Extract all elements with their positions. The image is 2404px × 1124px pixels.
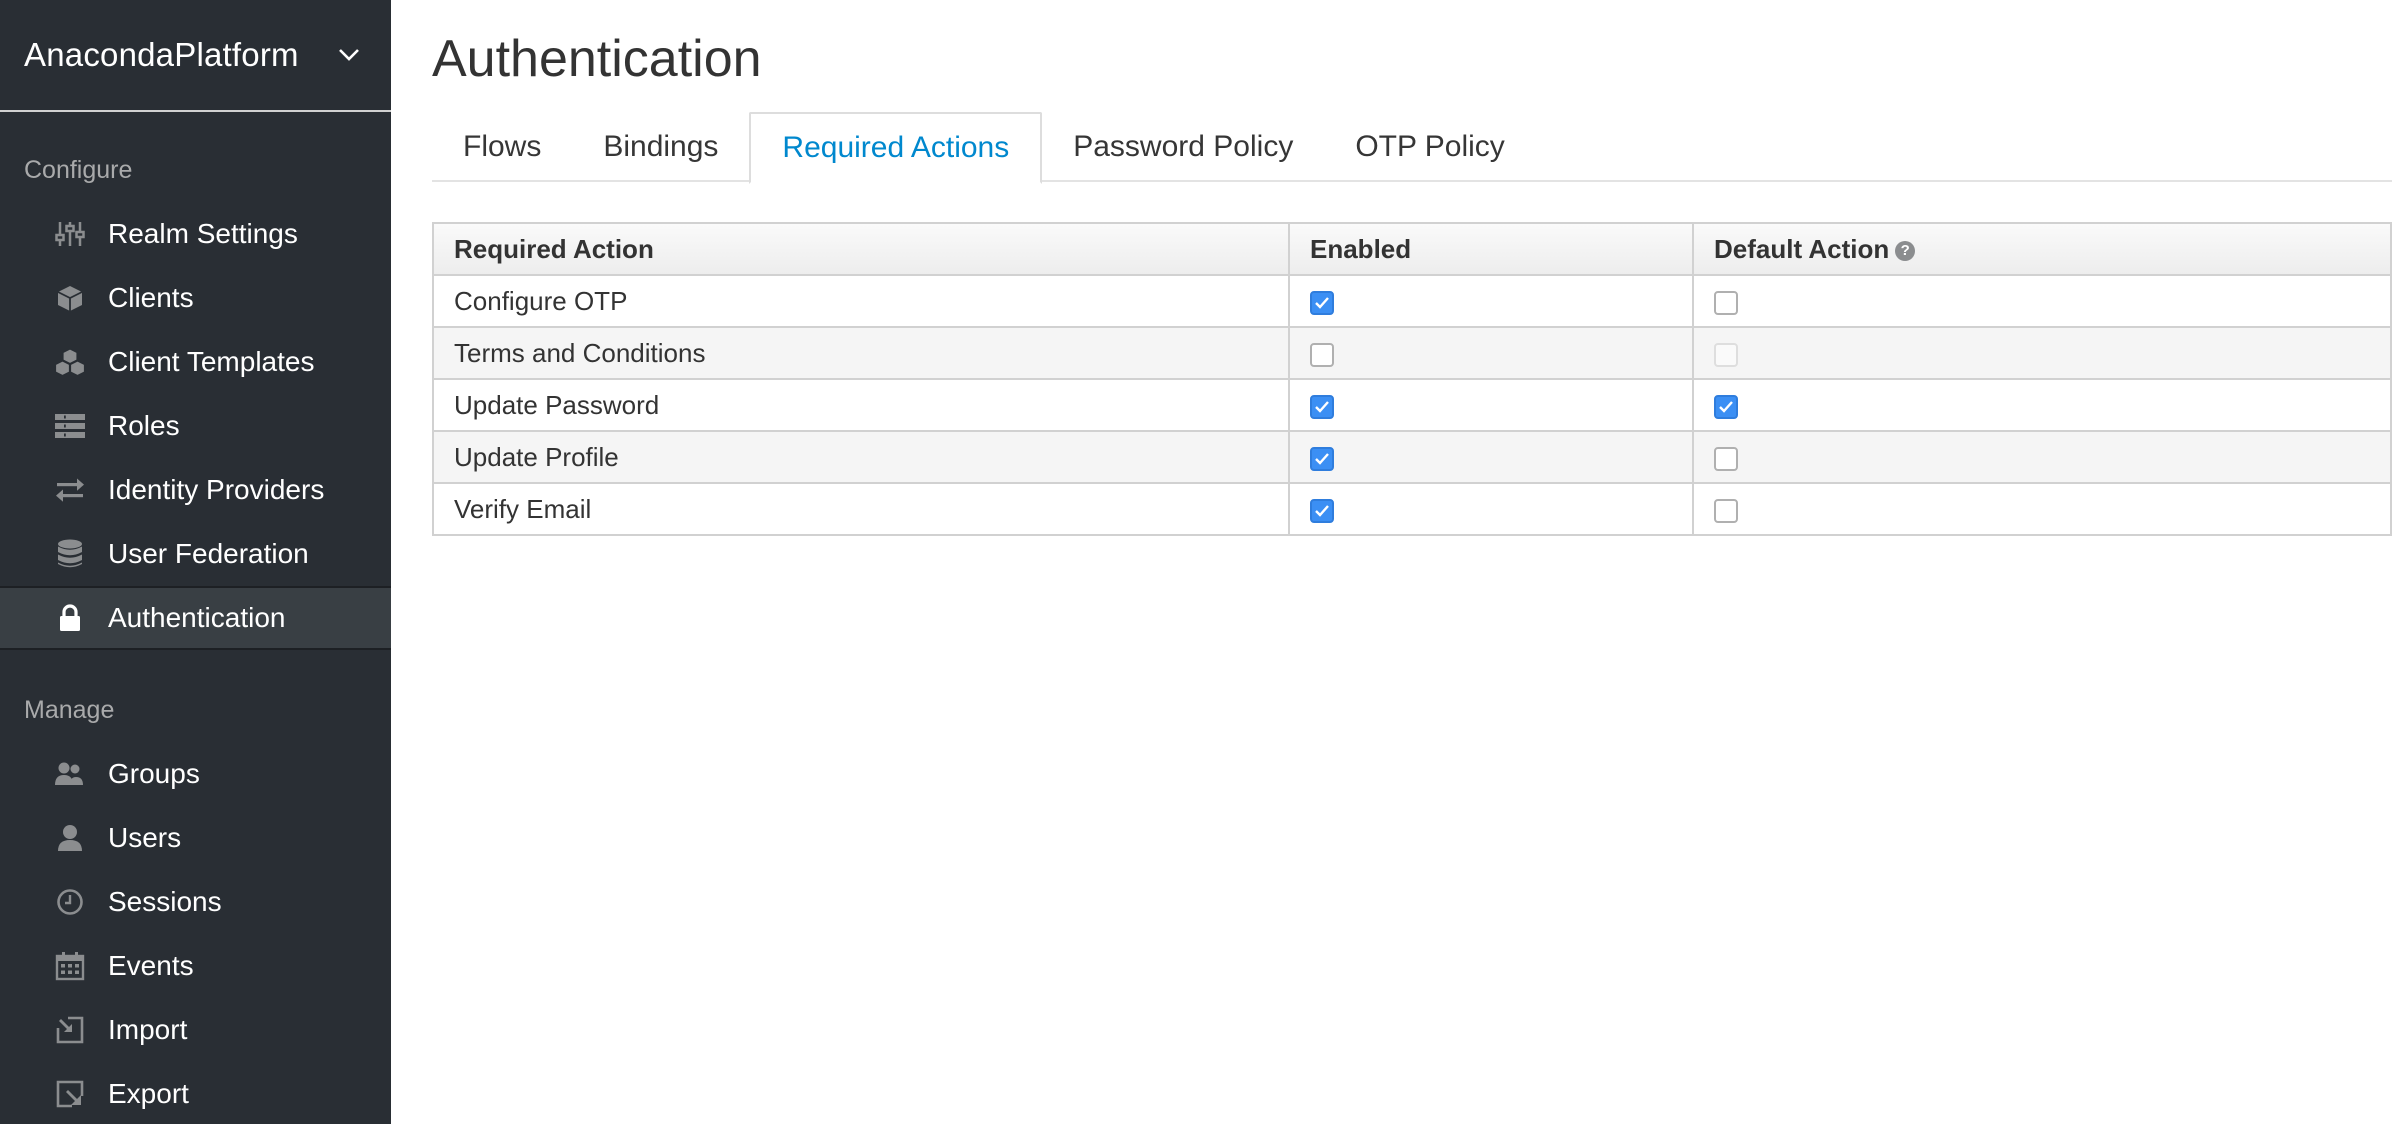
required-action-name: Configure OTP — [432, 274, 1290, 328]
sidebar-item-label: Import — [108, 1014, 188, 1045]
configure-section-label: Configure — [24, 155, 133, 184]
app: AnacondaPlatform Configure Realm Setting… — [0, 0, 2404, 1124]
sidebar-item-groups[interactable]: Groups — [0, 742, 391, 806]
manage-nav: Groups Users Sessions Events Import Export — [0, 742, 391, 1124]
enabled-checkbox[interactable] — [1310, 394, 1334, 419]
required-actions-table: Required Action Enabled Default Action? … — [432, 222, 2392, 536]
database-icon — [52, 536, 88, 572]
table-row: Terms and Conditions — [432, 326, 2392, 380]
enabled-checkbox[interactable] — [1310, 290, 1334, 315]
sidebar-item-clients[interactable]: Clients — [0, 266, 391, 330]
table-row: Verify Email — [432, 482, 2392, 536]
cubes-icon — [52, 344, 88, 380]
default-action-checkbox — [1714, 342, 1738, 367]
user-icon — [52, 820, 88, 856]
enabled-checkbox[interactable] — [1310, 342, 1334, 367]
enabled-checkbox[interactable] — [1310, 498, 1334, 523]
sidebar-item-export[interactable]: Export — [0, 1062, 391, 1124]
enabled-cell — [1288, 482, 1694, 536]
header-enabled: Enabled — [1288, 222, 1694, 276]
clock-icon — [52, 884, 88, 920]
default-action-cell — [1692, 274, 2392, 328]
tab-bar: Flows Bindings Required Actions Password Po… — [432, 112, 2392, 184]
enabled-cell — [1288, 430, 1694, 484]
header-required-action: Required Action — [432, 222, 1290, 276]
page-title: Authentication — [432, 30, 762, 88]
sidebar: AnacondaPlatform Configure Realm Setting… — [0, 0, 391, 1124]
main-content: Authentication Flows Bindings Required Act… — [432, 0, 2392, 536]
manage-section-label: Manage — [24, 695, 115, 724]
sidebar-item-label: Groups — [108, 758, 200, 789]
exchange-icon — [52, 472, 88, 508]
export-icon — [52, 1076, 88, 1112]
enabled-cell — [1288, 378, 1694, 432]
realm-name: AnacondaPlatform — [24, 36, 299, 73]
enabled-checkbox[interactable] — [1310, 446, 1334, 471]
import-icon — [52, 1012, 88, 1048]
header-default-action: Default Action? — [1692, 222, 2392, 276]
sidebar-item-label: User Federation — [108, 538, 309, 569]
sidebar-item-label: Realm Settings — [108, 218, 298, 249]
sidebar-item-client-templates[interactable]: Client Templates — [0, 330, 391, 394]
required-action-name: Verify Email — [432, 482, 1290, 536]
default-action-checkbox[interactable] — [1714, 290, 1738, 315]
sidebar-item-label: Users — [108, 822, 182, 853]
sidebar-item-label: Events — [108, 950, 194, 981]
sidebar-item-users[interactable]: Users — [0, 806, 391, 870]
sidebar-item-label: Client Templates — [108, 346, 315, 377]
required-action-name: Update Profile — [432, 430, 1290, 484]
chevron-down-icon — [335, 41, 363, 69]
sidebar-item-label: Authentication — [108, 602, 286, 633]
default-action-cell — [1692, 430, 2392, 484]
tab-password-policy[interactable]: Password Policy — [1042, 112, 1324, 182]
tab-bindings[interactable]: Bindings — [572, 112, 749, 182]
sidebar-item-label: Sessions — [108, 886, 222, 917]
sidebar-item-label: Export — [108, 1078, 189, 1109]
tab-flows[interactable]: Flows — [432, 112, 572, 182]
realm-selector[interactable]: AnacondaPlatform — [0, 0, 391, 112]
default-action-cell — [1692, 482, 2392, 536]
sidebar-item-realm-settings[interactable]: Realm Settings — [0, 202, 391, 266]
default-action-cell — [1692, 326, 2392, 380]
calendar-icon — [52, 948, 88, 984]
header-default-action-label: Default Action — [1714, 233, 1890, 264]
configure-nav: Realm Settings Clients Client Templates Rol… — [0, 202, 391, 650]
help-icon[interactable]: ? — [1895, 240, 1916, 261]
required-action-name: Update Password — [432, 378, 1290, 432]
list-icon — [52, 408, 88, 444]
tab-otp-policy[interactable]: OTP Policy — [1324, 112, 1536, 182]
sidebar-item-label: Identity Providers — [108, 474, 325, 505]
default-action-cell — [1692, 378, 2392, 432]
enabled-cell — [1288, 274, 1694, 328]
group-icon — [52, 756, 88, 792]
table-header-row: Required Action Enabled Default Action? — [432, 222, 2392, 276]
sidebar-item-label: Clients — [108, 282, 194, 313]
default-action-checkbox[interactable] — [1714, 394, 1738, 419]
table-row: Update Password — [432, 378, 2392, 432]
sidebar-item-import[interactable]: Import — [0, 998, 391, 1062]
sidebar-item-roles[interactable]: Roles — [0, 394, 391, 458]
sidebar-item-events[interactable]: Events — [0, 934, 391, 998]
required-action-name: Terms and Conditions — [432, 326, 1290, 380]
table-row: Update Profile — [432, 430, 2392, 484]
tab-required-actions[interactable]: Required Actions — [749, 112, 1043, 184]
sidebar-item-user-federation[interactable]: User Federation — [0, 522, 391, 586]
sidebar-item-sessions[interactable]: Sessions — [0, 870, 391, 934]
table-body: Configure OTP Terms and Conditions Update … — [432, 274, 2392, 536]
table-row: Configure OTP — [432, 274, 2392, 328]
sidebar-item-label: Roles — [108, 410, 180, 441]
sidebar-item-authentication[interactable]: Authentication — [0, 586, 391, 650]
enabled-cell — [1288, 326, 1694, 380]
sliders-icon — [52, 216, 88, 252]
default-action-checkbox[interactable] — [1714, 498, 1738, 523]
sidebar-item-identity-providers[interactable]: Identity Providers — [0, 458, 391, 522]
cube-icon — [52, 280, 88, 316]
default-action-checkbox[interactable] — [1714, 446, 1738, 471]
lock-icon — [52, 600, 88, 636]
